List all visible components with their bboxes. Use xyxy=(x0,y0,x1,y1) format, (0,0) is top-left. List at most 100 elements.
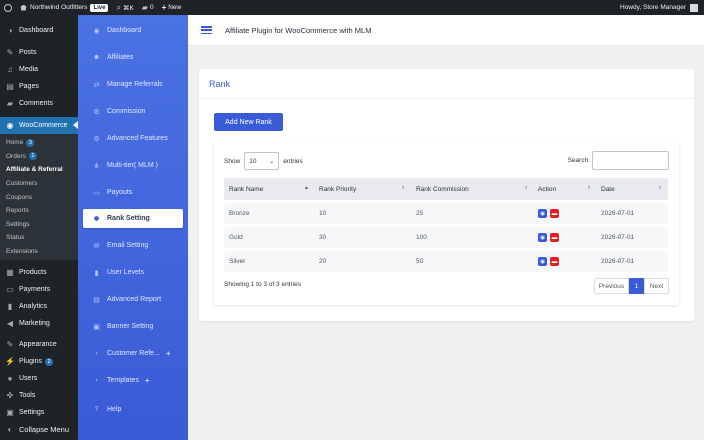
users-icon: ☻ xyxy=(92,54,101,61)
table-header: Rank Name ▲ Rank Priority ⬍ Rank Commiss… xyxy=(224,178,668,200)
submenu-reports[interactable]: Reports xyxy=(0,204,78,218)
plugin-nav-email-setting[interactable]: ✉ Email Setting xyxy=(83,236,183,255)
submenu-home[interactable]: Home 3 xyxy=(0,136,78,150)
menu-products[interactable]: ▦ Products xyxy=(0,264,78,281)
plugin-nav-banner-setting[interactable]: ▣ Banner Setting xyxy=(83,317,183,336)
pin-icon: ✎ xyxy=(6,48,14,57)
megaphone-icon: ◀ xyxy=(6,319,14,329)
page-length-select[interactable]: 10 ⌄ xyxy=(244,152,280,170)
page-icon: ▤ xyxy=(6,82,14,91)
comments-link[interactable]: ▰ 0 xyxy=(138,0,158,15)
pagination: Previous 1 Next xyxy=(594,278,669,294)
plugin-nav-templates[interactable]: › Templates + xyxy=(83,371,183,390)
column-rank-commission[interactable]: Rank Commission xyxy=(416,178,469,200)
home-icon xyxy=(20,4,27,11)
menu-settings[interactable]: ▣ Settings xyxy=(0,404,78,421)
comment-icon: ▰ xyxy=(141,3,148,12)
menu-woocommerce[interactable]: ◉ WooCommerce xyxy=(0,117,78,134)
woocommerce-submenu: Home 3 Orders 1 Affiliate & Referral Custo… xyxy=(0,134,78,261)
plugin-nav-customer-referral[interactable]: › Customer Refe... + xyxy=(83,344,183,363)
cell-rank-commission: 25 xyxy=(416,210,424,217)
plugins-count-badge: 2 xyxy=(44,357,53,366)
menu-plugins[interactable]: ⚡ Plugins 2 xyxy=(0,353,78,370)
collapse-menu-button[interactable]: ◐ Collapse Menu xyxy=(0,421,78,438)
delete-trash-icon[interactable]: ▬ xyxy=(550,233,559,242)
referral-icon: ⇄ xyxy=(93,81,100,89)
plugin-nav-manage-referrals[interactable]: ⇄ Manage Referrals xyxy=(83,75,183,94)
cell-date: 2026-07-01 xyxy=(601,234,635,241)
hamburger-menu-icon[interactable] xyxy=(201,26,212,34)
plugin-nav-rank-setting[interactable]: ✹ Rank Setting xyxy=(83,209,183,228)
howdy-account-link[interactable]: Howdy, Store Manager xyxy=(620,4,686,11)
new-content-link[interactable]: + New xyxy=(158,0,186,15)
menu-payments[interactable]: ▭ Payments xyxy=(0,281,78,298)
menu-pages[interactable]: ▤ Pages xyxy=(0,78,78,95)
menu-posts[interactable]: ✎ Posts xyxy=(0,44,78,61)
submenu-customers[interactable]: Customers xyxy=(0,177,78,191)
submenu-settings[interactable]: Settings xyxy=(0,218,78,232)
view-eye-icon[interactable]: ◉ xyxy=(538,209,547,218)
wordpress-logo-icon[interactable] xyxy=(0,0,16,15)
delete-trash-icon[interactable]: ▬ xyxy=(550,257,559,266)
column-rank-name[interactable]: Rank Name xyxy=(229,178,263,200)
report-icon: ▤ xyxy=(93,296,100,304)
table-search: Search: xyxy=(568,151,669,170)
submenu-coupons[interactable]: Coupons xyxy=(0,190,78,204)
expand-plus-icon[interactable]: + xyxy=(145,376,150,385)
view-eye-icon[interactable]: ◉ xyxy=(538,257,547,266)
mail-icon: ✉ xyxy=(93,242,100,250)
page-length-control: Show 10 ⌄ entries xyxy=(224,152,303,170)
submenu-orders[interactable]: Orders 1 xyxy=(0,150,78,164)
eye-icon: ◉ xyxy=(93,27,100,35)
menu-analytics[interactable]: ▮ Analytics xyxy=(0,298,78,315)
admin-bar: Northwind Outfitters Live ⌕ ⌘K ▰ 0 + New… xyxy=(0,0,704,15)
plugin-nav-user-levels[interactable]: ▮ User Levels xyxy=(83,263,183,282)
submenu-affiliate-referral[interactable]: Affiliate & Referral xyxy=(0,163,78,177)
previous-page-button[interactable]: Previous xyxy=(594,278,629,294)
menu-users[interactable]: ● Users xyxy=(0,370,78,387)
sort-icon: ⬍ xyxy=(658,185,663,191)
search-icon: ⌕ xyxy=(116,2,121,12)
sort-icon: ⬍ xyxy=(524,185,529,191)
media-icon: ♫ xyxy=(7,65,13,74)
plugin-nav-payouts[interactable]: ▭ Payouts xyxy=(83,183,183,202)
plugin-nav-affiliates[interactable]: ☻ Affiliates xyxy=(83,48,183,67)
menu-appearance[interactable]: ✎ Appearance xyxy=(0,336,78,353)
settings-icon: ✹ xyxy=(93,215,100,223)
search-shortcut[interactable]: ⌕ ⌘K xyxy=(112,0,137,15)
plugin-nav-multi-tier[interactable]: ⋔ Multi-tier( MLM ) xyxy=(83,156,183,175)
plugin-nav-help[interactable]: ? Help xyxy=(83,400,183,419)
column-rank-priority[interactable]: Rank Priority xyxy=(319,178,356,200)
search-input[interactable] xyxy=(592,151,669,170)
next-page-button[interactable]: Next xyxy=(644,278,669,294)
submenu-extensions[interactable]: Extensions xyxy=(0,245,78,259)
expand-plus-icon[interactable]: + xyxy=(166,349,171,358)
menu-marketing[interactable]: ◀ Marketing xyxy=(0,315,78,332)
site-name-link[interactable]: Northwind Outfitters Live xyxy=(16,0,112,15)
home-count-badge: 3 xyxy=(26,138,35,147)
plugin-nav-commission[interactable]: ⚙ Commission xyxy=(83,102,183,121)
plugin-nav-dashboard[interactable]: ◉ Dashboard xyxy=(83,21,183,40)
column-action[interactable]: Action xyxy=(538,178,556,200)
image-icon: ▣ xyxy=(93,323,100,331)
menu-tools[interactable]: ✜ Tools xyxy=(0,387,78,404)
gear-icon: ⚙ xyxy=(93,108,100,116)
submenu-status[interactable]: Status xyxy=(0,231,78,245)
column-date[interactable]: Date xyxy=(601,178,615,200)
cell-rank-commission: 100 xyxy=(416,234,427,241)
add-new-rank-button[interactable]: Add New Rank xyxy=(214,113,283,131)
user-icon: ● xyxy=(7,374,13,384)
gear-icon: ⚙ xyxy=(93,135,100,143)
menu-comments[interactable]: ▰ Comments xyxy=(0,95,78,112)
delete-trash-icon[interactable]: ▬ xyxy=(550,209,559,218)
menu-media[interactable]: ♫ Media xyxy=(0,61,78,78)
plugin-nav-advanced-features[interactable]: ⚙ Advanced Features xyxy=(83,129,183,148)
plus-icon: + xyxy=(161,3,167,12)
dashboard-icon: ◑ xyxy=(7,26,13,35)
avatar[interactable] xyxy=(690,3,698,12)
view-eye-icon[interactable]: ◉ xyxy=(538,233,547,242)
wp-admin-menu: ◑ Dashboard ✎ Posts ♫ Media ▤ Pages ▰ Comment… xyxy=(0,15,78,440)
plugin-nav-advanced-report[interactable]: ▤ Advanced Report xyxy=(83,290,183,309)
page-1-button[interactable]: 1 xyxy=(629,278,644,294)
menu-dashboard[interactable]: ◑ Dashboard xyxy=(0,22,78,39)
